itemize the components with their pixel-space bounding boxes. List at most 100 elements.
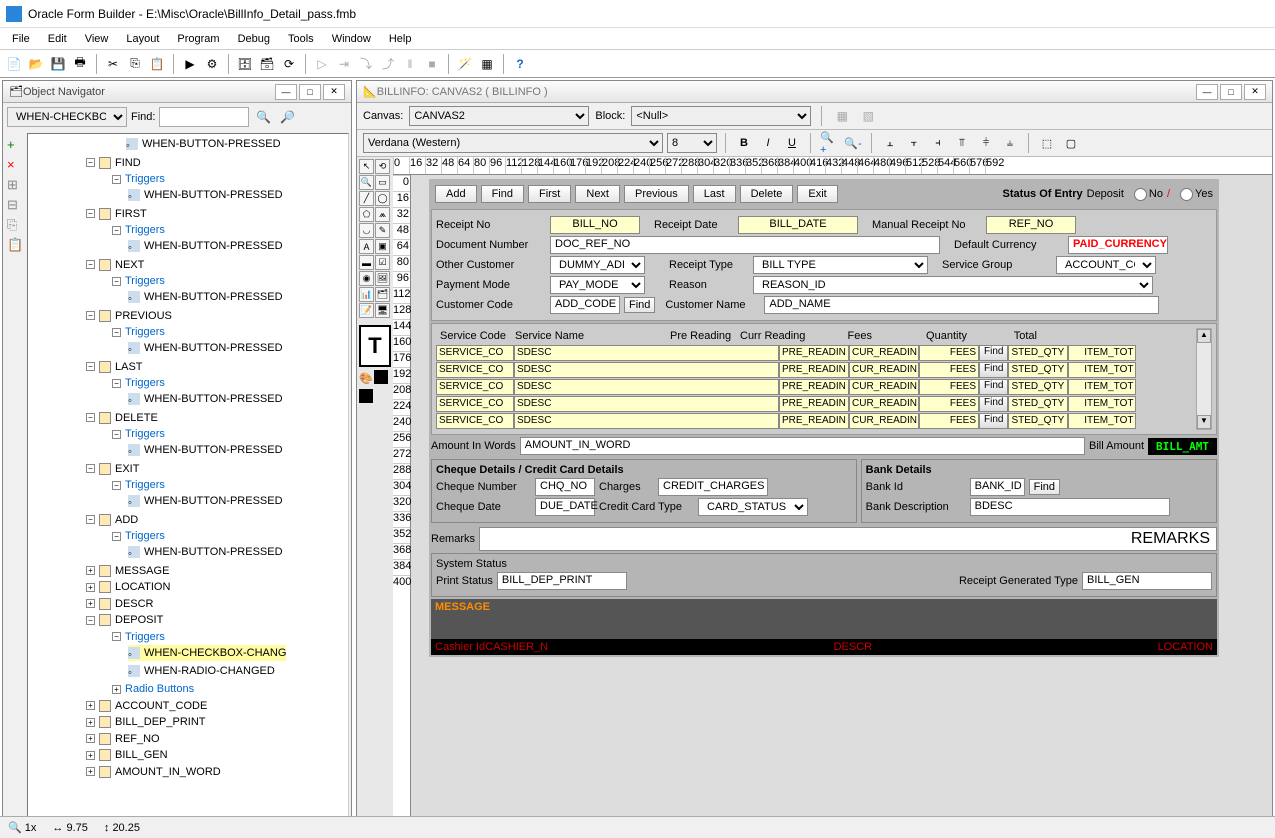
cell-pre-reading[interactable]: PRE_READIN (779, 413, 849, 429)
cell-qty[interactable]: STED_QTY (1008, 396, 1068, 412)
cell-total[interactable]: ITEM_TOT (1068, 345, 1136, 361)
align-center-icon[interactable]: ⫟ (904, 133, 924, 153)
save-icon[interactable]: 💾 (48, 54, 68, 74)
collapse-toggle[interactable]: − (112, 328, 121, 337)
tree-triggers[interactable]: Triggers (125, 426, 165, 442)
tree-item[interactable]: DELETE (115, 410, 158, 426)
find-input[interactable] (159, 107, 249, 127)
collapse-toggle[interactable]: − (86, 260, 95, 269)
cell-qty[interactable]: STED_QTY (1008, 345, 1068, 361)
tree-item[interactable]: DEPOSIT (115, 612, 163, 628)
tree-item[interactable]: WHEN-BUTTON-PRESSED (142, 136, 281, 152)
collapse-toggle[interactable]: − (86, 311, 95, 320)
deposit-no-radio[interactable]: No (1134, 188, 1163, 201)
cell-fees[interactable]: FEES (919, 362, 979, 378)
tree-item[interactable]: WHEN-BUTTON-PRESSED (144, 187, 283, 203)
find-row-button[interactable]: Find (979, 362, 1008, 378)
cell-sdesc[interactable]: SDESC (514, 379, 779, 395)
tool-icon[interactable]: ⚙ (202, 54, 222, 74)
frame-tool-icon[interactable]: ▣ (375, 239, 390, 254)
cell-service-code[interactable]: SERVICE_CO (436, 413, 514, 429)
cell-service-code[interactable]: SERVICE_CO (436, 345, 514, 361)
rect-tool-icon[interactable]: ▭ (375, 175, 390, 190)
menu-help[interactable]: Help (381, 31, 420, 47)
maximize-icon[interactable]: □ (1220, 84, 1242, 100)
tab-tool-icon[interactable]: 🗂 (375, 287, 390, 302)
next-button[interactable]: Next (575, 185, 620, 203)
zoom-in-icon[interactable]: 🔍+ (819, 133, 839, 153)
polyline-tool-icon[interactable]: ⩕ (375, 207, 390, 222)
cell-total[interactable]: ITEM_TOT (1068, 362, 1136, 378)
tree-item[interactable]: WHEN-BUTTON-PRESSED (144, 493, 283, 509)
send-back-icon[interactable]: ▢ (1061, 133, 1081, 153)
reason-select[interactable]: REASON_ID (753, 276, 1153, 294)
cell-cur-reading[interactable]: CUR_READIN (849, 413, 919, 429)
find-bank-button[interactable]: Find (1029, 479, 1060, 495)
cell-total[interactable]: ITEM_TOT (1068, 396, 1136, 412)
tree-item[interactable]: BILL_GEN (115, 747, 168, 763)
minimize-icon[interactable]: — (1196, 84, 1218, 100)
cell-service-code[interactable]: SERVICE_CO (436, 396, 514, 412)
bill-dep-print-field[interactable]: BILL_DEP_PRINT (497, 572, 627, 590)
menu-tools[interactable]: Tools (280, 31, 322, 47)
find-prev-icon[interactable]: 🔎 (277, 107, 297, 127)
remarks-field[interactable]: REMARKS (479, 527, 1217, 551)
tree-item[interactable]: PREVIOUS (115, 308, 172, 324)
tree-triggers[interactable]: Triggers (125, 273, 165, 289)
collapse-toggle[interactable]: − (112, 632, 121, 641)
credit-charges-field[interactable]: CREDIT_CHARGES (658, 478, 768, 496)
grid-scrollbar[interactable]: ▲▼ (1196, 328, 1212, 430)
align-right-icon[interactable]: ⫞ (928, 133, 948, 153)
tree-triggers[interactable]: Triggers (125, 324, 165, 340)
account-code-select[interactable]: ACCOUNT_CODE (1056, 256, 1156, 274)
collapse-icon[interactable]: ⊟ (7, 197, 21, 211)
dummy-add-select[interactable]: DUMMY_ADD (550, 256, 645, 274)
find-row-button[interactable]: Find (979, 345, 1008, 361)
expand-icon[interactable]: ⊞ (7, 177, 21, 191)
find-customer-button[interactable]: Find (624, 297, 655, 313)
cell-qty[interactable]: STED_QTY (1008, 362, 1068, 378)
align-left-icon[interactable]: ⫠ (880, 133, 900, 153)
collapse-toggle[interactable]: − (86, 464, 95, 473)
fontsize-select[interactable]: 8 (667, 133, 717, 153)
radio-tool-icon[interactable]: ◉ (359, 271, 374, 286)
bill-type-select[interactable]: BILL TYPE (753, 256, 928, 274)
copy-icon[interactable]: ⎘ (125, 54, 145, 74)
collapse-toggle[interactable]: − (112, 532, 121, 541)
menu-edit[interactable]: Edit (40, 31, 75, 47)
close-icon[interactable]: ✕ (323, 84, 345, 100)
collapse-toggle[interactable]: − (86, 158, 95, 167)
italic-icon[interactable]: I (758, 133, 778, 153)
bring-front-icon[interactable]: ⬚ (1037, 133, 1057, 153)
tree-item[interactable]: AMOUNT_IN_WORD (115, 764, 221, 780)
align-middle-icon[interactable]: ⫩ (976, 133, 996, 153)
checkbox-tool-icon[interactable]: ☑ (375, 255, 390, 270)
step-out-icon[interactable]: ⤴ (378, 54, 398, 74)
arc-tool-icon[interactable]: ◡ (359, 223, 374, 238)
text-tool-icon[interactable]: A (359, 239, 374, 254)
collapse-toggle[interactable]: − (86, 413, 95, 422)
paid-currency-field[interactable]: PAID_CURRENCY (1068, 236, 1168, 254)
cell-sdesc[interactable]: SDESC (514, 413, 779, 429)
tree-item[interactable]: WHEN-RADIO-CHANGED (144, 663, 275, 679)
underline-icon[interactable]: U (782, 133, 802, 153)
ellipse-tool-icon[interactable]: ◯ (375, 191, 390, 206)
frame-icon[interactable]: ▦ (832, 106, 852, 126)
tree-triggers[interactable]: Triggers (125, 528, 165, 544)
add-button[interactable]: Add (435, 185, 477, 203)
tree-item[interactable]: WHEN-BUTTON-PRESSED (144, 442, 283, 458)
cell-qty[interactable]: STED_QTY (1008, 379, 1068, 395)
exit-button[interactable]: Exit (797, 185, 837, 203)
collapse-toggle[interactable]: − (112, 379, 121, 388)
doc-ref-field[interactable]: DOC_REF_NO (550, 236, 940, 254)
cell-pre-reading[interactable]: PRE_READIN (779, 379, 849, 395)
object-tree[interactable]: ◦WHEN-BUTTON-PRESSED −FIND −Triggers ◦WH… (27, 133, 349, 833)
tree-item[interactable]: FIRST (115, 206, 147, 222)
magnify-tool-icon[interactable]: 🔍 (359, 175, 374, 190)
canvas-select[interactable]: CANVAS2 (409, 106, 589, 126)
nav-type-select[interactable]: WHEN-CHECKBO (7, 107, 127, 127)
expand-toggle[interactable]: + (86, 751, 95, 760)
bank-id-field[interactable]: BANK_ID (970, 478, 1025, 496)
fill-color-icon[interactable]: 🎨 (359, 372, 373, 386)
add-node-icon[interactable]: + (7, 137, 21, 151)
